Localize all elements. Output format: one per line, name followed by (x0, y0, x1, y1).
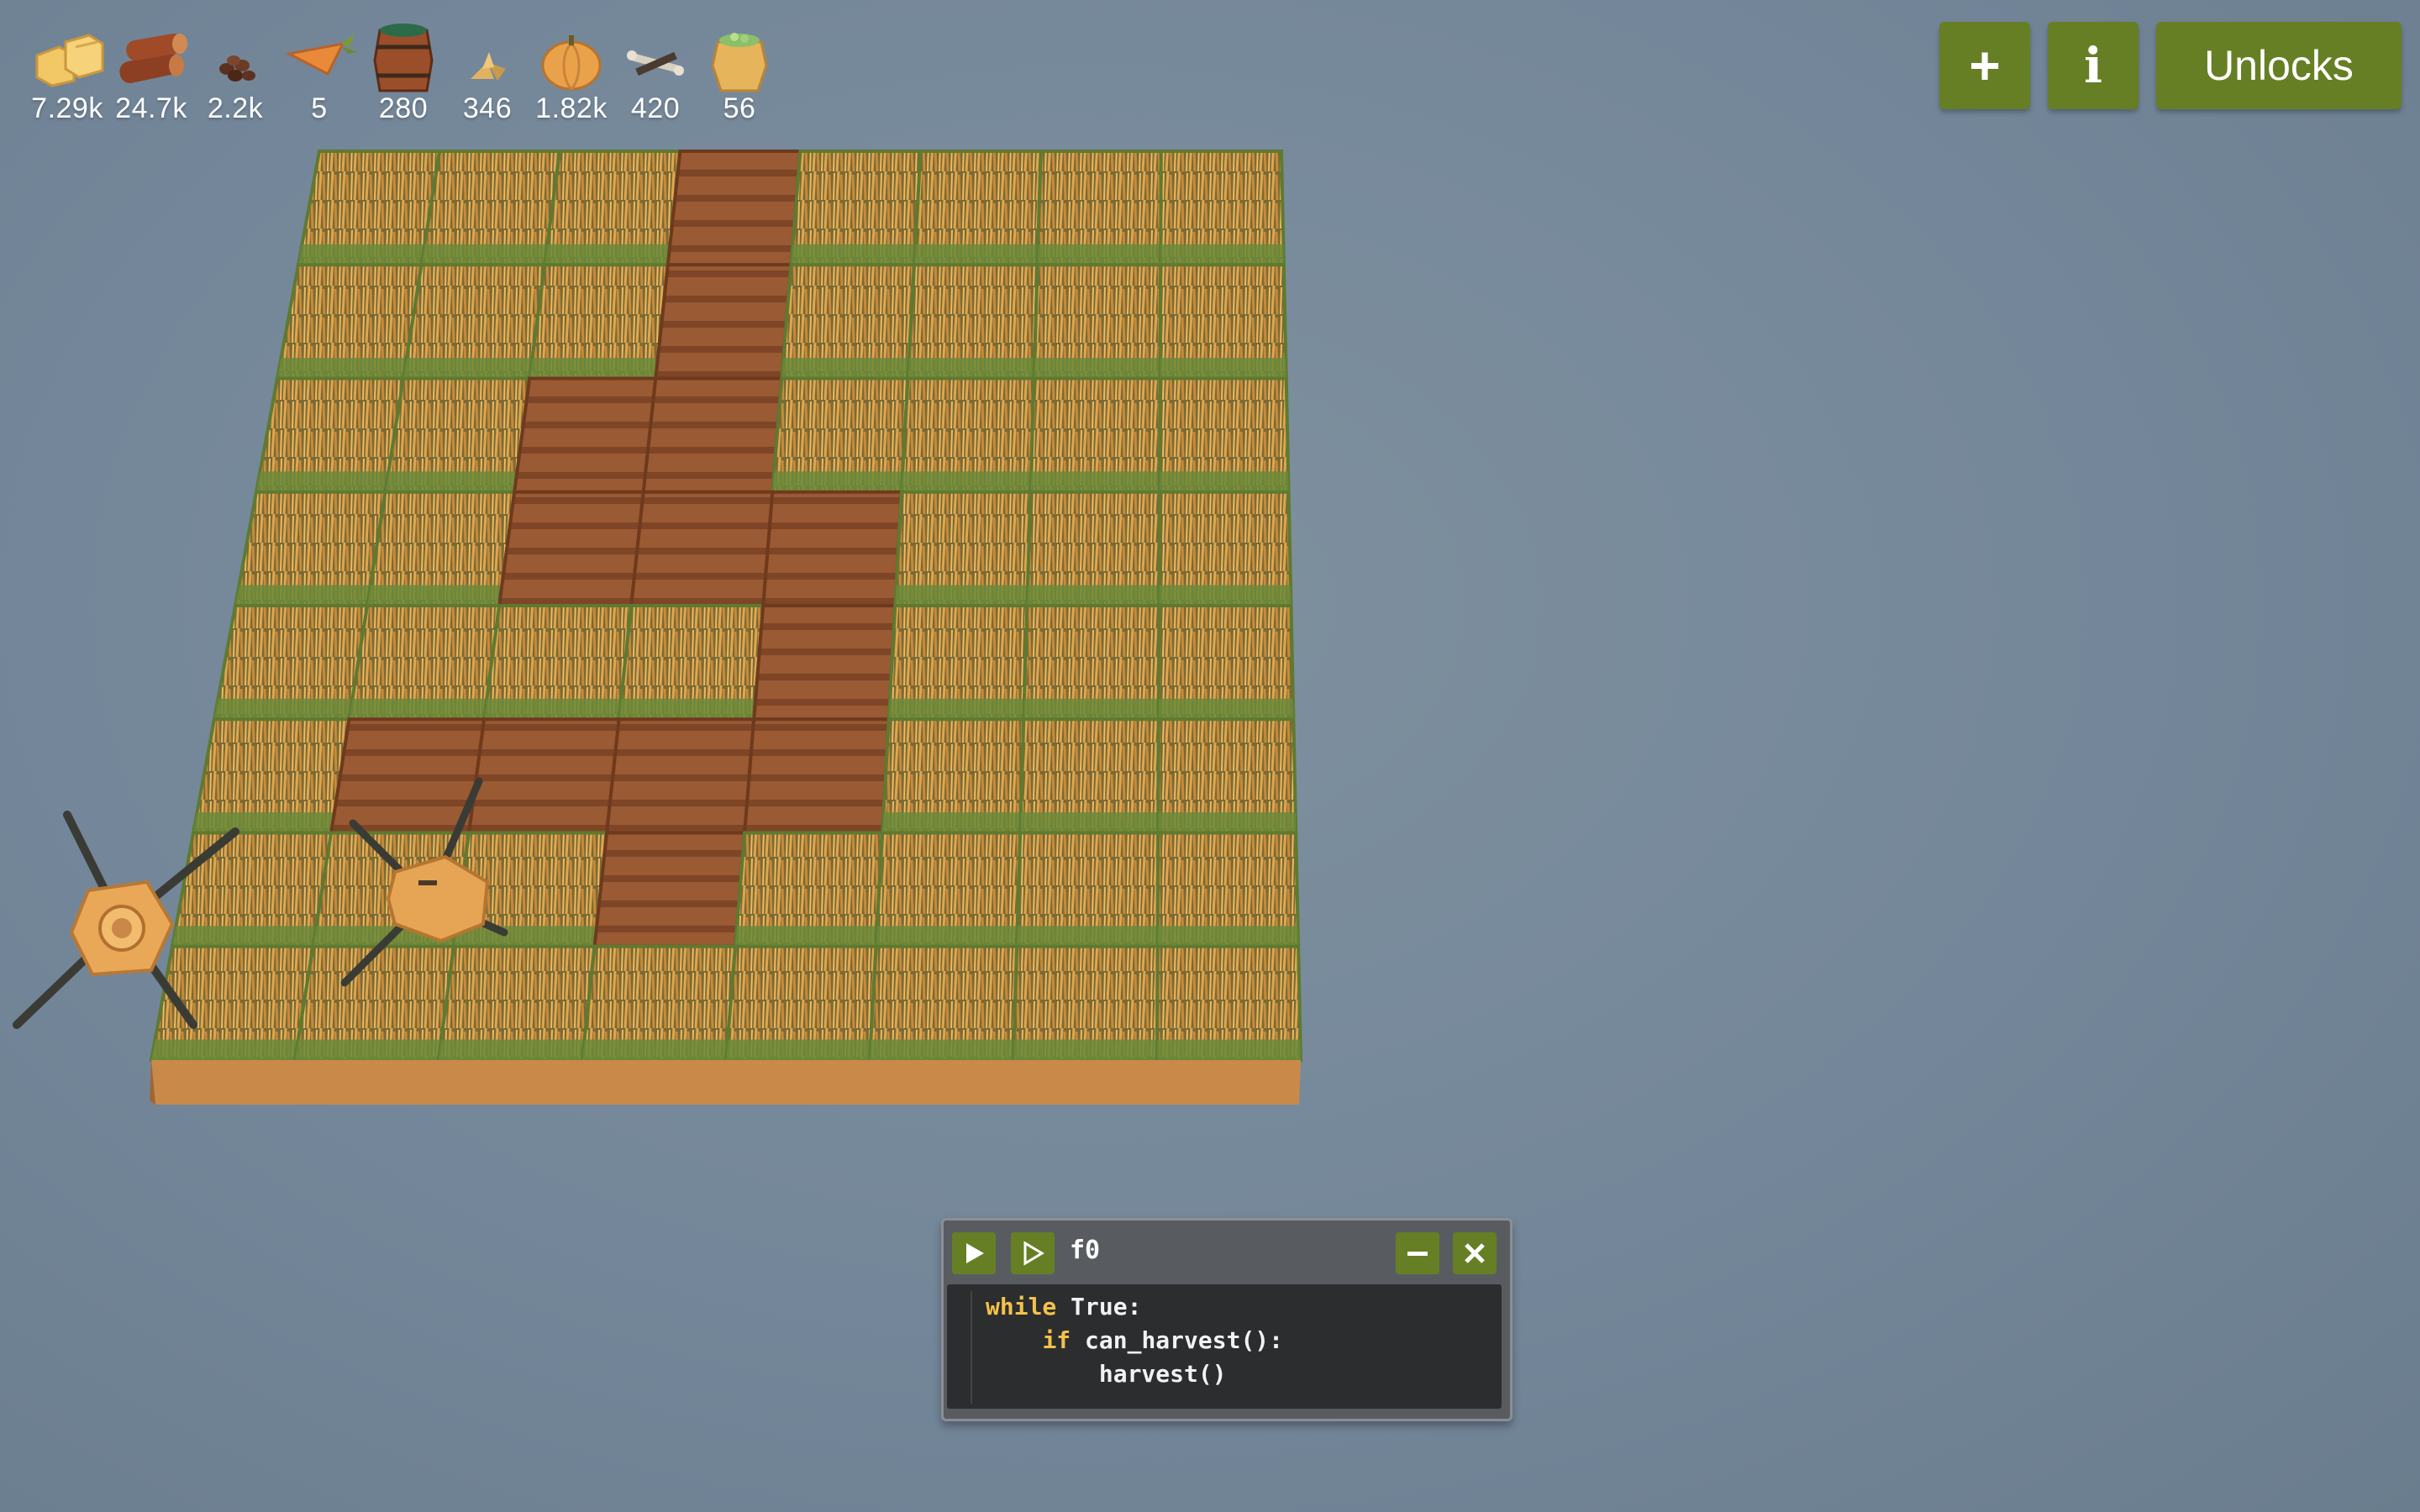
grass-strip (403, 358, 533, 379)
grass-strip (1030, 471, 1160, 492)
soil-tile (604, 717, 756, 835)
grass-strip (882, 812, 1021, 833)
grass-strip (421, 244, 548, 265)
carrot-icon (285, 34, 358, 76)
grass-strip (367, 585, 502, 606)
grass-strip (901, 471, 1032, 492)
soil-tile (666, 150, 802, 267)
grass-strip (529, 358, 658, 379)
info-button[interactable]: i (2048, 22, 2139, 109)
soil-tile (742, 717, 891, 835)
soil-tile (497, 490, 645, 607)
sprout-icon (471, 52, 506, 81)
seeds-icon (219, 55, 255, 81)
soil-tile (641, 376, 784, 494)
grass-strip (256, 471, 389, 492)
grass-strip (772, 471, 903, 492)
grass-strip (876, 926, 1018, 947)
drone-icon (340, 777, 508, 987)
info-icon: i (2083, 37, 2103, 94)
grass-strip (791, 244, 916, 265)
grass-strip (349, 698, 487, 720)
grass-strip (277, 358, 407, 379)
code-text: can_harvest(): (1071, 1326, 1284, 1354)
hay-icon (35, 34, 104, 87)
add-button[interactable]: + (1939, 22, 2030, 109)
code-gutter (971, 1291, 972, 1404)
grass-strip (895, 585, 1028, 606)
grass-strip (582, 1039, 728, 1060)
grass-strip (439, 1039, 585, 1060)
unlocks-button[interactable]: Unlocks (2156, 22, 2402, 109)
grass-strip (914, 244, 1039, 265)
code-line: harvest() (986, 1360, 1227, 1388)
bones-icon (627, 50, 684, 76)
grass-strip (298, 244, 425, 265)
grass-strip (726, 1039, 871, 1060)
grass-strip (235, 585, 371, 606)
grass-strip (888, 698, 1025, 720)
code-line: if can_harvest(): (986, 1326, 1283, 1354)
grass-strip (618, 698, 756, 720)
soil-tile (752, 604, 897, 722)
code-window-title: f0 (1070, 1236, 1101, 1265)
close-button[interactable] (1453, 1232, 1497, 1274)
resource-count: 56 (723, 92, 756, 124)
close-icon (1465, 1243, 1485, 1263)
grass-strip (908, 358, 1035, 379)
code-keyword: if (1042, 1326, 1071, 1354)
play-outline-icon (1023, 1241, 1044, 1266)
resource-gold: 56 (697, 18, 781, 136)
soil-tile (512, 376, 658, 494)
grass-strip (544, 244, 671, 265)
grass-strip (1034, 358, 1160, 379)
minimize-icon (1407, 1252, 1428, 1256)
gold-pot-icon (711, 33, 768, 92)
grass-strip (1159, 585, 1292, 606)
plus-icon: + (1969, 35, 2001, 96)
soil-tile (761, 490, 904, 607)
grass-strip (295, 1039, 442, 1060)
grass-strip (1027, 585, 1160, 606)
grass-strip (1158, 812, 1297, 833)
code-window-titlebar[interactable]: f0 (944, 1221, 1510, 1281)
grass-strip (1017, 926, 1158, 947)
run-button[interactable] (952, 1232, 996, 1274)
code-text: harvest() (1098, 1360, 1227, 1388)
grass-strip (214, 698, 353, 720)
grass-strip (781, 358, 909, 379)
code-text: True: (1056, 1293, 1142, 1320)
water-barrel-icon (373, 24, 434, 92)
grass-strip (870, 1039, 1014, 1060)
code-editor[interactable]: while True: if can_harvest(): harvest() (947, 1284, 1502, 1409)
grass-strip (1020, 812, 1159, 833)
grass-strip (1160, 471, 1289, 492)
grass-strip (1013, 1039, 1158, 1060)
unlocks-label: Unlocks (2204, 42, 2354, 89)
step-run-button[interactable] (1011, 1232, 1055, 1274)
wood-log-icon (119, 34, 187, 83)
grass-strip (1158, 698, 1294, 720)
grass-strip (1157, 1039, 1301, 1060)
minimize-button[interactable] (1396, 1232, 1439, 1274)
grass-strip (1160, 358, 1286, 379)
grass-strip (385, 471, 518, 492)
grass-strip (1037, 244, 1161, 265)
soil-tile (592, 831, 747, 948)
soil-tile (629, 490, 775, 607)
pumpkin-icon (541, 35, 602, 91)
grass-strip (1157, 926, 1299, 947)
grass-strip (484, 698, 622, 720)
play-filled-icon (966, 1243, 984, 1263)
soil-tile (654, 263, 793, 381)
grass-strip (735, 926, 877, 947)
code-line: while True: (986, 1293, 1141, 1320)
code-keyword: while (986, 1293, 1057, 1320)
grass-strip (1160, 244, 1284, 265)
drone-icon (13, 811, 239, 1029)
code-window[interactable]: f0 while True: if can_harvest(): harvest… (941, 1218, 1512, 1421)
grass-strip (1023, 698, 1159, 720)
